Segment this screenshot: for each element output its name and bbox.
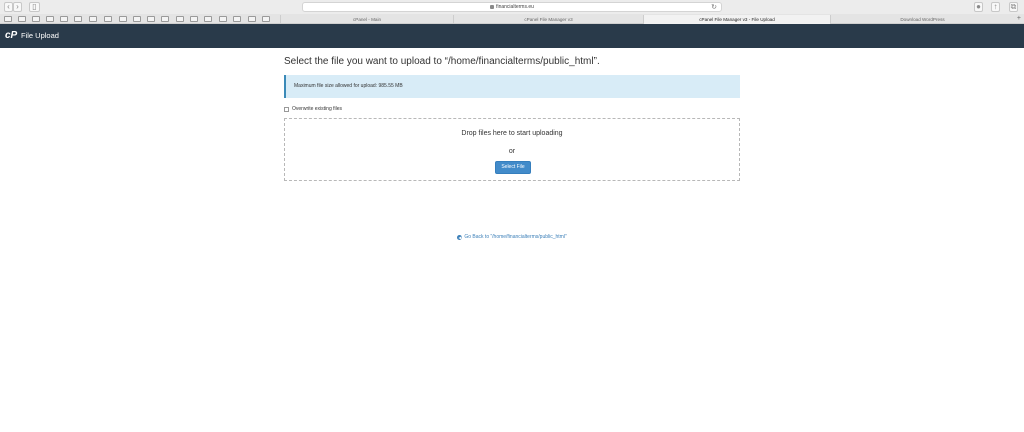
bookmark-icon[interactable] bbox=[133, 16, 141, 22]
overwrite-checkbox[interactable] bbox=[284, 107, 289, 112]
tab-download-wordpress[interactable]: Download WordPress bbox=[830, 15, 1014, 24]
tabs-overview-icon[interactable]: ⧉ bbox=[1009, 2, 1018, 12]
app-header: cP File Upload bbox=[0, 24, 1024, 48]
tab-file-upload[interactable]: cPanel File Manager v3 - File Upload bbox=[643, 15, 830, 24]
url-text: financialterms.eu bbox=[496, 4, 534, 10]
or-text: or bbox=[508, 148, 516, 155]
bookmark-icon[interactable] bbox=[18, 16, 26, 22]
bookmark-icon[interactable] bbox=[204, 16, 212, 22]
add-tab-button[interactable]: + bbox=[1017, 15, 1021, 23]
bookmark-icon[interactable] bbox=[176, 16, 184, 22]
bookmark-icon[interactable] bbox=[32, 16, 40, 22]
bookmark-icon[interactable] bbox=[161, 16, 169, 22]
sidebar-icon[interactable]: ▯ bbox=[29, 2, 40, 12]
bookmark-icon[interactable] bbox=[233, 16, 241, 22]
max-size-text: Maximum file size allowed for upload: 98… bbox=[294, 83, 403, 89]
bookmark-icon[interactable] bbox=[104, 16, 112, 22]
select-file-button[interactable]: Select File bbox=[495, 161, 531, 174]
bookmark-icon[interactable] bbox=[147, 16, 155, 22]
reload-icon[interactable]: ↻ bbox=[711, 4, 717, 11]
bookmark-icon[interactable] bbox=[46, 16, 54, 22]
bookmark-icon[interactable] bbox=[190, 16, 198, 22]
drop-zone[interactable]: Drop files here to start uploading or Se… bbox=[284, 118, 740, 181]
drop-text: Drop files here to start uploading bbox=[461, 130, 563, 137]
back-icon[interactable]: ‹ bbox=[4, 2, 13, 12]
browser-toolbar: ‹ › ▯ financialterms.eu ↻ ● ↑ ⧉ bbox=[0, 0, 1024, 14]
info-alert: Maximum file size allowed for upload: 98… bbox=[284, 75, 740, 98]
extension-icon[interactable]: ● bbox=[974, 2, 983, 12]
bookmark-icon[interactable] bbox=[4, 16, 12, 22]
bookmark-icon[interactable] bbox=[262, 16, 270, 22]
lock-icon bbox=[490, 4, 495, 9]
go-back-link[interactable]: ◀ Go Back to “/home/financialterms/public… bbox=[0, 234, 1024, 241]
go-back-text[interactable]: Go Back to “/home/financialterms/public_… bbox=[464, 234, 566, 240]
page-title: Select the file you want to upload to “/… bbox=[284, 56, 600, 67]
cpanel-logo[interactable]: cP bbox=[5, 29, 18, 42]
tab-bar: cPanel - Main cPanel File Manager v3 cPa… bbox=[0, 14, 1024, 24]
bookmark-icon[interactable] bbox=[89, 16, 97, 22]
forward-icon[interactable]: › bbox=[13, 2, 22, 12]
arrow-left-circle-icon: ◀ bbox=[457, 235, 463, 240]
address-bar[interactable]: financialterms.eu ↻ bbox=[302, 2, 722, 12]
share-icon[interactable]: ↑ bbox=[991, 2, 1000, 12]
bookmark-icon[interactable] bbox=[219, 16, 227, 22]
tab-cpanel-main[interactable]: cPanel - Main bbox=[280, 15, 453, 24]
tab-file-manager[interactable]: cPanel File Manager v3 bbox=[453, 15, 643, 24]
bookmark-icon[interactable] bbox=[119, 16, 127, 22]
bookmark-icon[interactable] bbox=[248, 16, 256, 22]
bookmark-icon[interactable] bbox=[60, 16, 68, 22]
overwrite-label: Overwrite existing files bbox=[292, 106, 343, 112]
page-heading: File Upload bbox=[21, 31, 59, 40]
bookmark-icon[interactable] bbox=[74, 16, 82, 22]
